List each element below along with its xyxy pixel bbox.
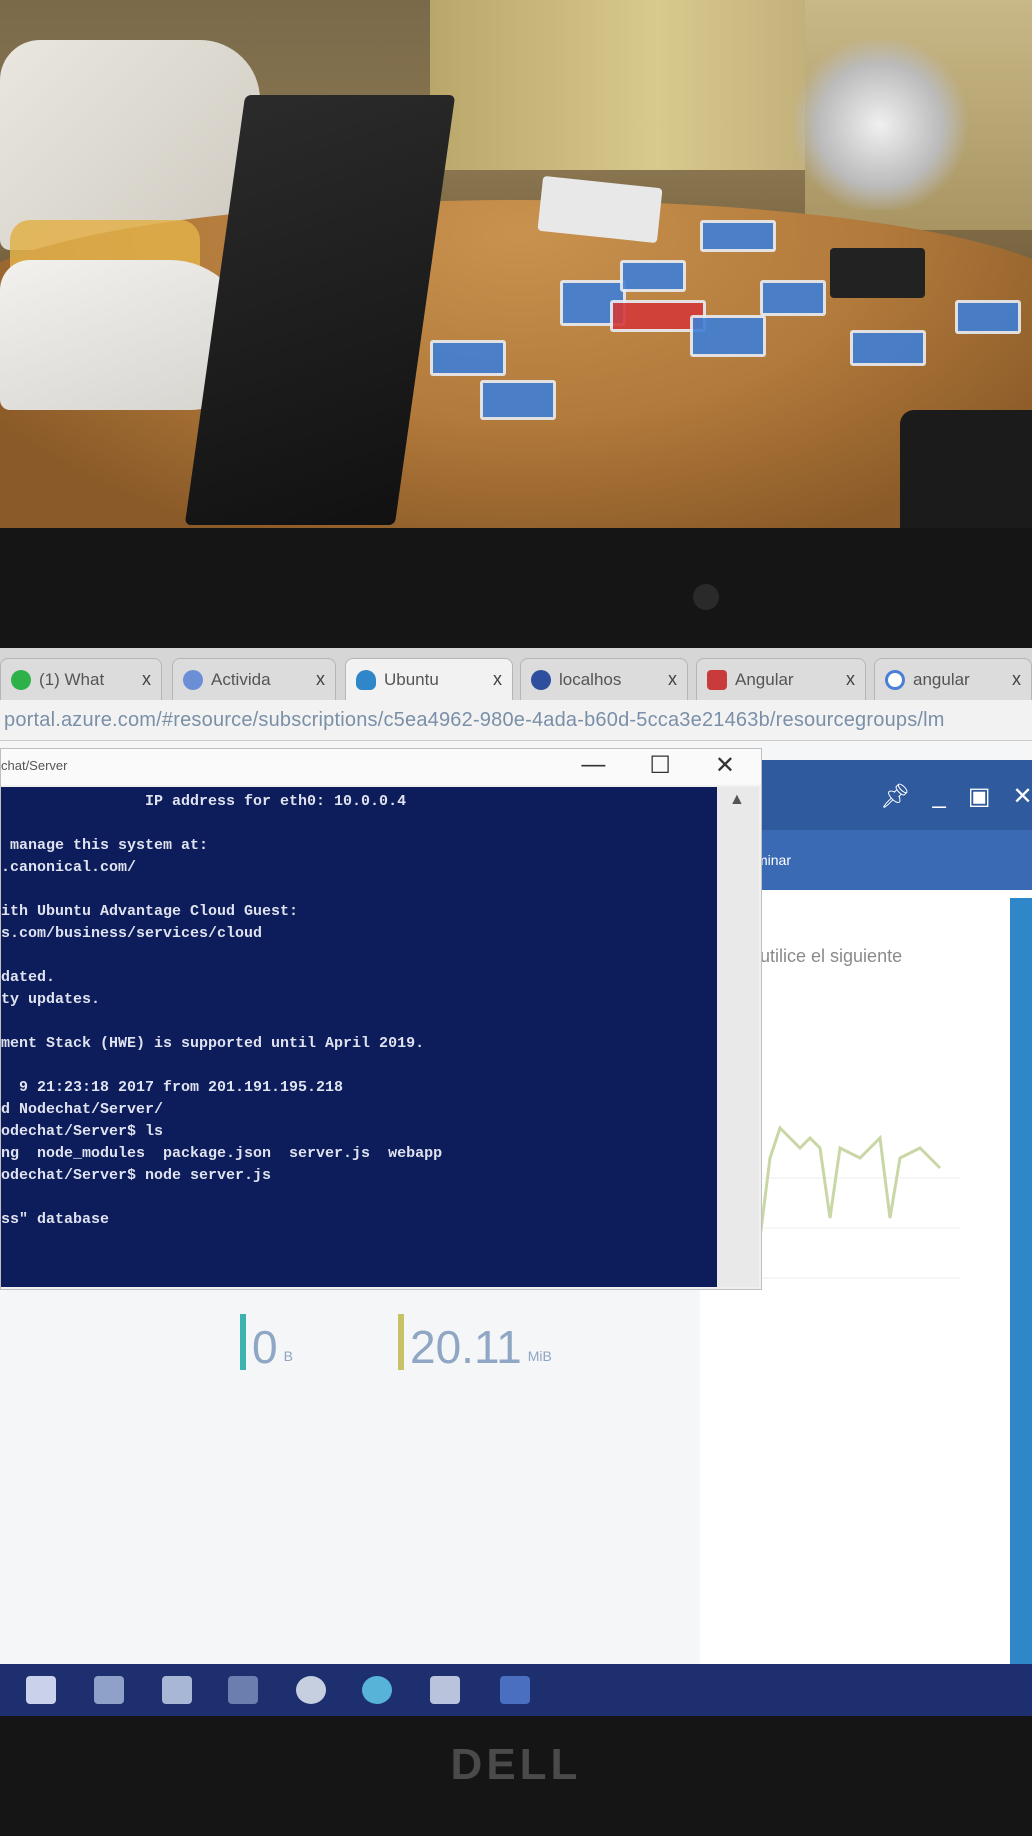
minimize-icon[interactable]: _ <box>932 782 945 811</box>
background-room-photo <box>0 0 1032 540</box>
terminal-line: ng node_modules package.json server.js w… <box>1 1145 443 1162</box>
tab-angular[interactable]: Angular x <box>696 658 866 700</box>
terminal-output[interactable]: IP address for eth0: 10.0.0.4 manage thi… <box>1 787 717 1287</box>
close-icon[interactable]: x <box>493 669 502 690</box>
window-controls: — ☐ ✕ <box>581 751 735 780</box>
terminal-line: 9 21:23:18 2017 from 201.191.195.218 <box>1 1079 344 1096</box>
cloud-icon <box>356 669 376 690</box>
tab-whatsapp[interactable]: (1) What x <box>0 658 162 700</box>
card <box>690 315 766 357</box>
chrome-icon[interactable] <box>296 1676 326 1704</box>
tab-localhost[interactable]: localhos x <box>520 658 688 700</box>
url-text[interactable]: portal.azure.com/#resource/subscriptions… <box>4 709 945 732</box>
maximize-icon[interactable]: ▣ <box>968 782 991 811</box>
google-icon <box>885 669 905 690</box>
angular-icon <box>707 669 727 690</box>
pin-icon[interactable]: 📌︎ <box>880 782 910 811</box>
close-icon[interactable]: ✕ <box>1013 782 1032 811</box>
terminal-line: odechat/Server$ ls <box>1 1123 164 1140</box>
close-icon[interactable]: ✕ <box>715 751 735 780</box>
whatsapp-icon <box>11 669 31 690</box>
terminal-line: d Nodechat/Server/ <box>1 1101 164 1118</box>
lamp <box>790 40 970 210</box>
speaker <box>900 410 1032 530</box>
close-icon[interactable]: x <box>846 669 855 690</box>
card <box>480 380 556 420</box>
ssh-terminal-window[interactable]: chat/Server — ☐ ✕ IP address for eth0: 1… <box>0 748 762 1290</box>
metric-network-in: 0 B <box>240 1314 293 1370</box>
close-icon[interactable]: x <box>142 669 151 690</box>
card <box>760 280 826 316</box>
terminal-title: chat/Server <box>1 758 68 773</box>
metric-network-out: 20.11 MiB <box>398 1314 552 1370</box>
close-icon[interactable]: x <box>1012 669 1021 690</box>
terminal-line: dated. <box>1 969 56 986</box>
kubernetes-icon <box>531 669 551 690</box>
scroll-up-icon[interactable]: ▲ <box>729 791 745 809</box>
card <box>430 340 506 376</box>
maximize-icon[interactable]: ☐ <box>649 751 671 780</box>
terminal-line: ith Ubuntu Advantage Cloud Guest: <box>1 903 299 920</box>
terminal-icon[interactable] <box>228 1676 258 1704</box>
terminal-line: odechat/Server$ node server.js <box>1 1167 272 1184</box>
metric-bar <box>240 1314 246 1370</box>
card <box>955 300 1021 334</box>
blade-description: l, utilice el siguiente <box>746 946 903 966</box>
metric-unit: B <box>283 1348 293 1364</box>
terminal-title-bar[interactable]: chat/Server — ☐ ✕ <box>1 749 761 785</box>
metric-value: 20.11 <box>410 1321 522 1373</box>
globe-icon <box>183 669 203 690</box>
metric-value: 0 <box>252 1321 278 1373</box>
windows-taskbar <box>0 1664 1032 1716</box>
metric-bar <box>398 1314 404 1370</box>
terminal-line: manage this system at: <box>1 837 209 854</box>
terminal-line: s.com/business/services/cloud <box>1 925 263 942</box>
azure-scroll-edge <box>1010 898 1032 1678</box>
tab-ubuntu[interactable]: Ubuntu x <box>345 658 513 700</box>
chat-icon[interactable] <box>26 1676 56 1704</box>
minimize-icon[interactable]: — <box>581 751 605 780</box>
card <box>620 260 686 292</box>
browser-tab-strip: (1) What x Activida x Ubuntu x localhos … <box>0 648 1032 700</box>
blade-controls: 📌︎ _ ▣ ✕ <box>880 782 1032 811</box>
card <box>700 220 776 252</box>
edge-icon[interactable] <box>362 1676 392 1704</box>
webcam <box>693 584 719 610</box>
dell-logo: DELL <box>450 1740 582 1789</box>
address-bar[interactable]: portal.azure.com/#resource/subscriptions… <box>0 700 1032 741</box>
terminal-line: ss" database <box>1 1211 110 1228</box>
terminal-scrollbar[interactable]: ▲ <box>717 787 759 1287</box>
metric-unit: MiB <box>527 1348 552 1364</box>
tab-angular-search[interactable]: angular x <box>874 658 1032 700</box>
putty-icon[interactable] <box>430 1676 460 1704</box>
terminal-line: IP address for eth0: 10.0.0.4 <box>1 793 407 810</box>
close-icon[interactable]: x <box>316 669 325 690</box>
terminal-line: .canonical.com/ <box>1 859 137 876</box>
app-icon[interactable] <box>500 1676 530 1704</box>
black-box <box>830 248 925 298</box>
laptop-screen: (1) What x Activida x Ubuntu x localhos … <box>0 648 1032 1716</box>
wall <box>430 0 810 170</box>
terminal-line: ment Stack (HWE) is supported until Apri… <box>1 1035 425 1052</box>
close-icon[interactable]: x <box>668 669 677 690</box>
tab-actividad[interactable]: Activida x <box>172 658 336 700</box>
calculator-icon[interactable] <box>94 1676 124 1704</box>
card <box>850 330 926 366</box>
terminal-line: ty updates. <box>1 991 101 1008</box>
files-icon[interactable] <box>162 1676 192 1704</box>
